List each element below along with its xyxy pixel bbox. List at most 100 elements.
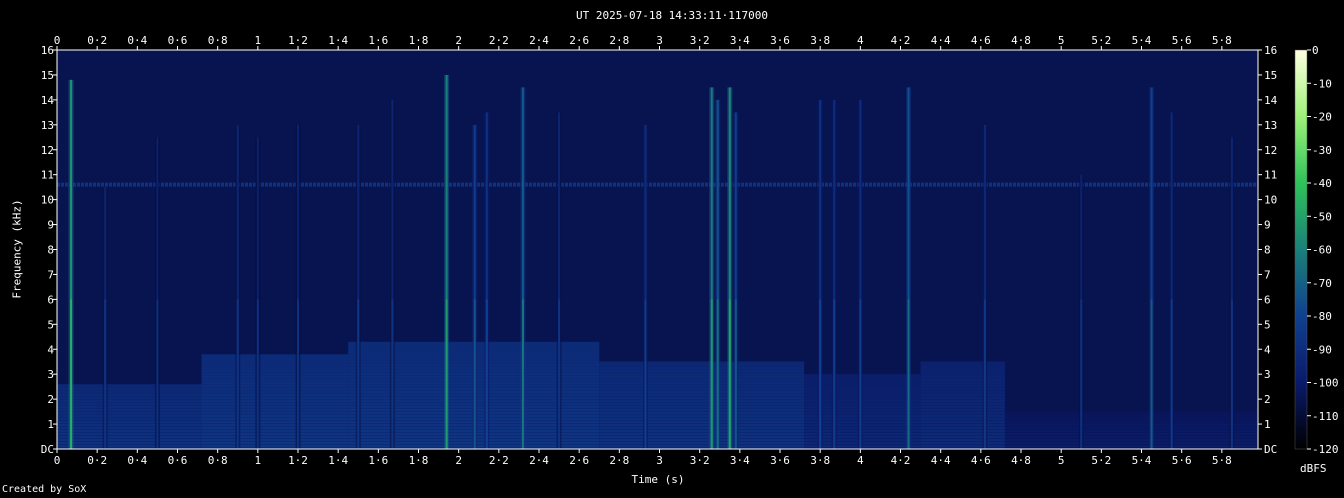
colorbar-tick-label: -110 [1312, 410, 1339, 423]
x-tick-label: 5 [1058, 454, 1065, 467]
colorbar-tick-label: -10 [1312, 77, 1332, 90]
colorbar-tick-label: -30 [1312, 144, 1332, 157]
x-tick-label: 3·6 [770, 454, 790, 467]
y-tick-label: 6 [47, 293, 54, 306]
x-tick-label-top: 0·6 [168, 34, 188, 47]
x-tick-label: 4·6 [971, 454, 991, 467]
harmonic-fill [599, 361, 805, 449]
x-tick-label-top: 4·2 [891, 34, 911, 47]
colorbar-tick-label: -90 [1312, 343, 1332, 356]
x-tick-label: 3·2 [690, 454, 710, 467]
x-tick-label-top: 0 [54, 34, 61, 47]
y-tick-label-right: 6 [1264, 293, 1271, 306]
spectrogram-chart: DC DC1 12 23 34 45 56 67 78 89 910 1011 1112 1213 1314… [41, 34, 1339, 467]
x-tick-label-top: 1·8 [409, 34, 429, 47]
x-tick-label-top: 5·8 [1212, 34, 1232, 47]
y-tick-label: 8 [47, 244, 54, 257]
x-tick-label-top: 1·2 [288, 34, 308, 47]
x-tick-label: 4·8 [1011, 454, 1031, 467]
colorbar-tick-label: -20 [1312, 111, 1332, 124]
y-tick-label-right: 4 [1264, 343, 1271, 356]
x-tick-label: 1 [255, 454, 262, 467]
colorbar-tick-label: -70 [1312, 277, 1332, 290]
y-tick-label: 3 [47, 368, 54, 381]
x-tick-label: 5·4 [1132, 454, 1152, 467]
y-tick-label-right: 1 [1264, 418, 1271, 431]
colorbar-tick-label: -60 [1312, 244, 1332, 257]
y-tick-label-right: 5 [1264, 318, 1271, 331]
y-tick-label-right: 11 [1264, 169, 1277, 182]
x-tick-label: 3·8 [810, 454, 830, 467]
x-tick-label-top: 3·8 [810, 34, 830, 47]
colorbar-tick-label: 0 [1312, 44, 1319, 57]
y-tick-label-right: 10 [1264, 194, 1277, 207]
y-tick-label: 13 [41, 119, 54, 132]
colorbar-tick-label: -40 [1312, 177, 1332, 190]
y-tick-label: 11 [41, 169, 54, 182]
x-tick-label: 5·8 [1212, 454, 1232, 467]
x-tick-label-top: 3 [656, 34, 663, 47]
x-tick-label: 2·2 [489, 454, 509, 467]
y-tick-label-right: 13 [1264, 119, 1277, 132]
x-tick-label-top: 0·2 [87, 34, 107, 47]
x-tick-label-top: 4 [857, 34, 864, 47]
x-tick-label-top: 1·6 [368, 34, 388, 47]
y-tick-label-right: 3 [1264, 368, 1271, 381]
x-tick-label: 0·8 [208, 454, 228, 467]
y-tick-label: 16 [41, 44, 54, 57]
x-tick-label: 2 [455, 454, 462, 467]
x-tick-label: 0 [54, 454, 61, 467]
x-tick-label-top: 1·4 [328, 34, 348, 47]
x-tick-label-top: 2·2 [489, 34, 509, 47]
x-tick-label: 3 [656, 454, 663, 467]
y-tick-label-right: 9 [1264, 219, 1271, 232]
x-tick-label: 4·4 [931, 454, 951, 467]
x-tick-label-top: 5·4 [1132, 34, 1152, 47]
x-tick-label-top: 0·4 [127, 34, 147, 47]
x-tick-label: 5·6 [1172, 454, 1192, 467]
x-tick-label-top: 4·4 [931, 34, 951, 47]
colorbar [1295, 50, 1307, 449]
x-tick-label-top: 4·8 [1011, 34, 1031, 47]
x-tick-label-top: 2·4 [529, 34, 549, 47]
x-tick-label-top: 2·6 [569, 34, 589, 47]
y-tick-label-right: 14 [1264, 94, 1278, 107]
x-tick-label: 1·2 [288, 454, 308, 467]
y-tick-label: DC [41, 443, 54, 456]
y-tick-label: 9 [47, 219, 54, 232]
harmonic-fill [57, 384, 202, 449]
x-tick-label-top: 4·6 [971, 34, 991, 47]
y-tick-label-right: DC [1264, 443, 1277, 456]
y-tick-label-right: 16 [1264, 44, 1277, 57]
harmonic-block [57, 384, 202, 449]
y-tick-label: 5 [47, 318, 54, 331]
colorbar-tick-label: -120 [1312, 443, 1339, 456]
y-tick-label: 10 [41, 194, 54, 207]
y-tick-label: 7 [47, 268, 54, 281]
colorbar-tick-label: -50 [1312, 210, 1332, 223]
y-tick-label: 14 [41, 94, 55, 107]
y-tick-label: 15 [41, 69, 54, 82]
x-tick-label-top: 5·2 [1091, 34, 1111, 47]
x-tick-label: 4·2 [891, 454, 911, 467]
y-tick-label: 12 [41, 144, 54, 157]
x-tick-label: 0·2 [87, 454, 107, 467]
x-tick-label: 1·6 [368, 454, 388, 467]
spectrogram-window: UT 2025-07-18 14:33:11·117000 Frequency … [0, 0, 1344, 498]
x-tick-label: 1·4 [328, 454, 348, 467]
y-tick-label: 4 [47, 343, 54, 356]
colorbar-tick-label: -80 [1312, 310, 1332, 323]
y-tick-label-right: 12 [1264, 144, 1277, 157]
x-tick-label-top: 2·8 [609, 34, 629, 47]
x-tick-label-top: 2 [455, 34, 462, 47]
harmonic-block [599, 361, 805, 449]
harmonic-block [201, 354, 349, 449]
x-tick-label: 0·6 [168, 454, 188, 467]
x-tick-label-top: 0·8 [208, 34, 228, 47]
x-tick-label: 4 [857, 454, 864, 467]
y-tick-label: 1 [47, 418, 54, 431]
x-tick-label: 2·6 [569, 454, 589, 467]
x-tick-label: 2·8 [609, 454, 629, 467]
x-tick-label: 0·4 [127, 454, 147, 467]
x-tick-label-top: 3·4 [730, 34, 750, 47]
